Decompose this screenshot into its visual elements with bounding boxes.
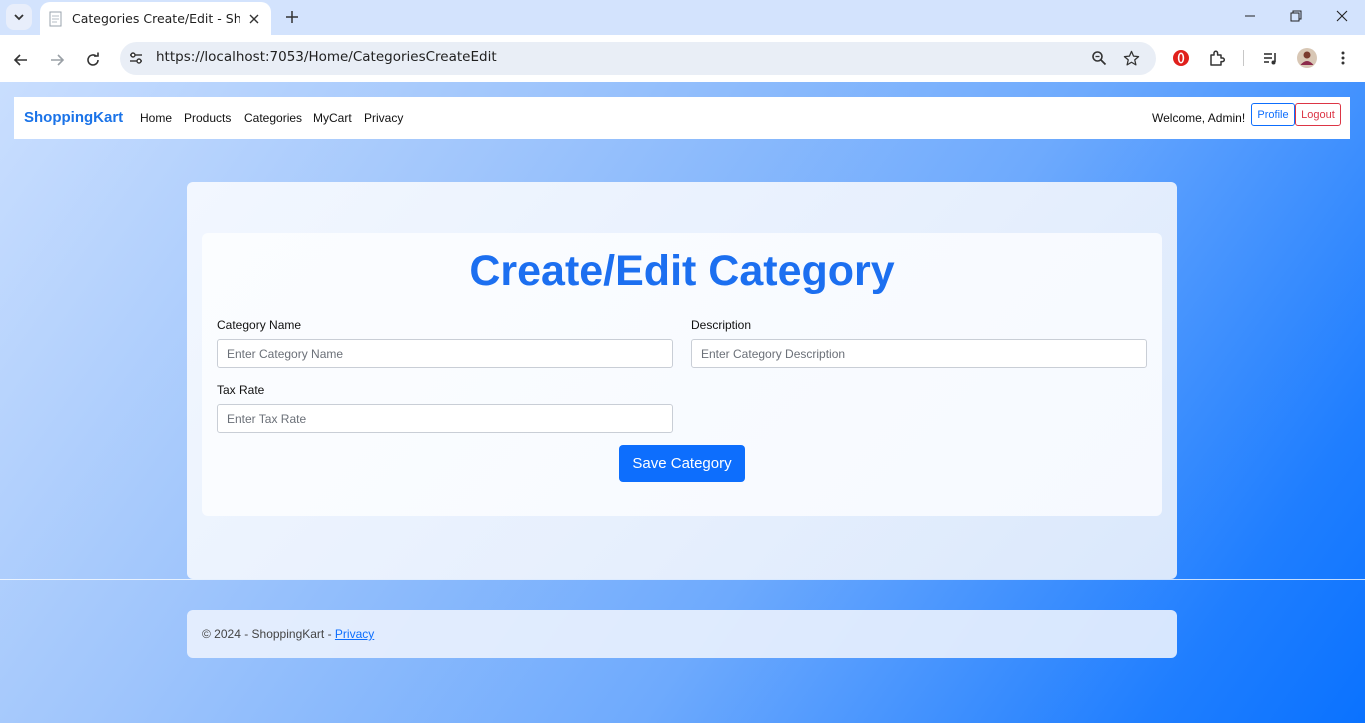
welcome-text: Welcome, Admin!	[1152, 111, 1246, 125]
reload-icon[interactable]	[79, 46, 107, 74]
star-icon[interactable]	[1119, 46, 1143, 70]
save-category-button[interactable]: Save Category	[619, 445, 745, 482]
nav-link-products[interactable]: Products	[184, 111, 231, 125]
page-title: Create/Edit Category	[469, 247, 895, 295]
kebab-menu-icon[interactable]	[1331, 46, 1355, 70]
close-window-icon[interactable]	[1319, 0, 1365, 32]
browser-tabstrip: Categories Create/Edit - ShoppingKart	[0, 0, 1365, 35]
site-navbar: ShoppingKart Home Products Categories My…	[14, 97, 1350, 139]
page-favicon-icon	[49, 11, 62, 26]
category-form-card: Create/Edit Category Category Name Descr…	[202, 233, 1162, 516]
minimize-icon[interactable]	[1227, 0, 1273, 32]
back-arrow-icon[interactable]	[7, 46, 35, 74]
main-container: Create/Edit Category Category Name Descr…	[187, 182, 1177, 579]
description-input[interactable]	[691, 339, 1147, 368]
puzzle-extensions-icon[interactable]	[1205, 46, 1229, 70]
footer-divider	[0, 579, 1365, 580]
restore-icon[interactable]	[1273, 0, 1319, 32]
footer: © 2024 - ShoppingKart - Privacy	[187, 610, 1177, 658]
footer-text: © 2024 - ShoppingKart - Privacy	[202, 627, 374, 641]
description-label: Description	[691, 318, 752, 332]
forward-arrow-icon[interactable]	[43, 46, 71, 74]
profile-avatar-icon[interactable]	[1295, 46, 1319, 70]
category-name-input[interactable]	[217, 339, 673, 368]
media-controls-icon[interactable]	[1259, 46, 1283, 70]
nav-link-mycart[interactable]: MyCart	[313, 111, 352, 125]
nav-link-home[interactable]: Home	[140, 111, 172, 125]
nav-link-categories[interactable]: Categories	[244, 111, 302, 125]
category-name-label: Category Name	[217, 318, 302, 332]
footer-privacy-link[interactable]: Privacy	[335, 627, 374, 641]
site-info-icon[interactable]	[124, 46, 148, 70]
address-url[interactable]: https://localhost:7053/Home/CategoriesCr…	[156, 49, 497, 65]
tax-rate-label: Tax Rate	[217, 383, 265, 397]
close-icon[interactable]	[245, 10, 263, 28]
tab-title: Categories Create/Edit - ShoppingKart	[72, 11, 240, 26]
browser-tab[interactable]: Categories Create/Edit - ShoppingKart	[40, 2, 271, 35]
nav-link-privacy[interactable]: Privacy	[364, 111, 403, 125]
opera-extension-icon[interactable]	[1169, 46, 1193, 70]
profile-button[interactable]: Profile	[1251, 103, 1295, 126]
logout-button[interactable]: Logout	[1295, 103, 1341, 126]
plus-icon[interactable]	[281, 6, 303, 28]
zoom-icon[interactable]	[1087, 46, 1111, 70]
page-viewport: ShoppingKart Home Products Categories My…	[0, 82, 1365, 723]
copyright-text: © 2024 - ShoppingKart -	[202, 627, 335, 641]
brand-link[interactable]: ShoppingKart	[24, 109, 123, 126]
tab-search-icon[interactable]	[6, 4, 32, 30]
tax-rate-input[interactable]	[217, 404, 673, 433]
toolbar-divider	[1243, 50, 1244, 66]
